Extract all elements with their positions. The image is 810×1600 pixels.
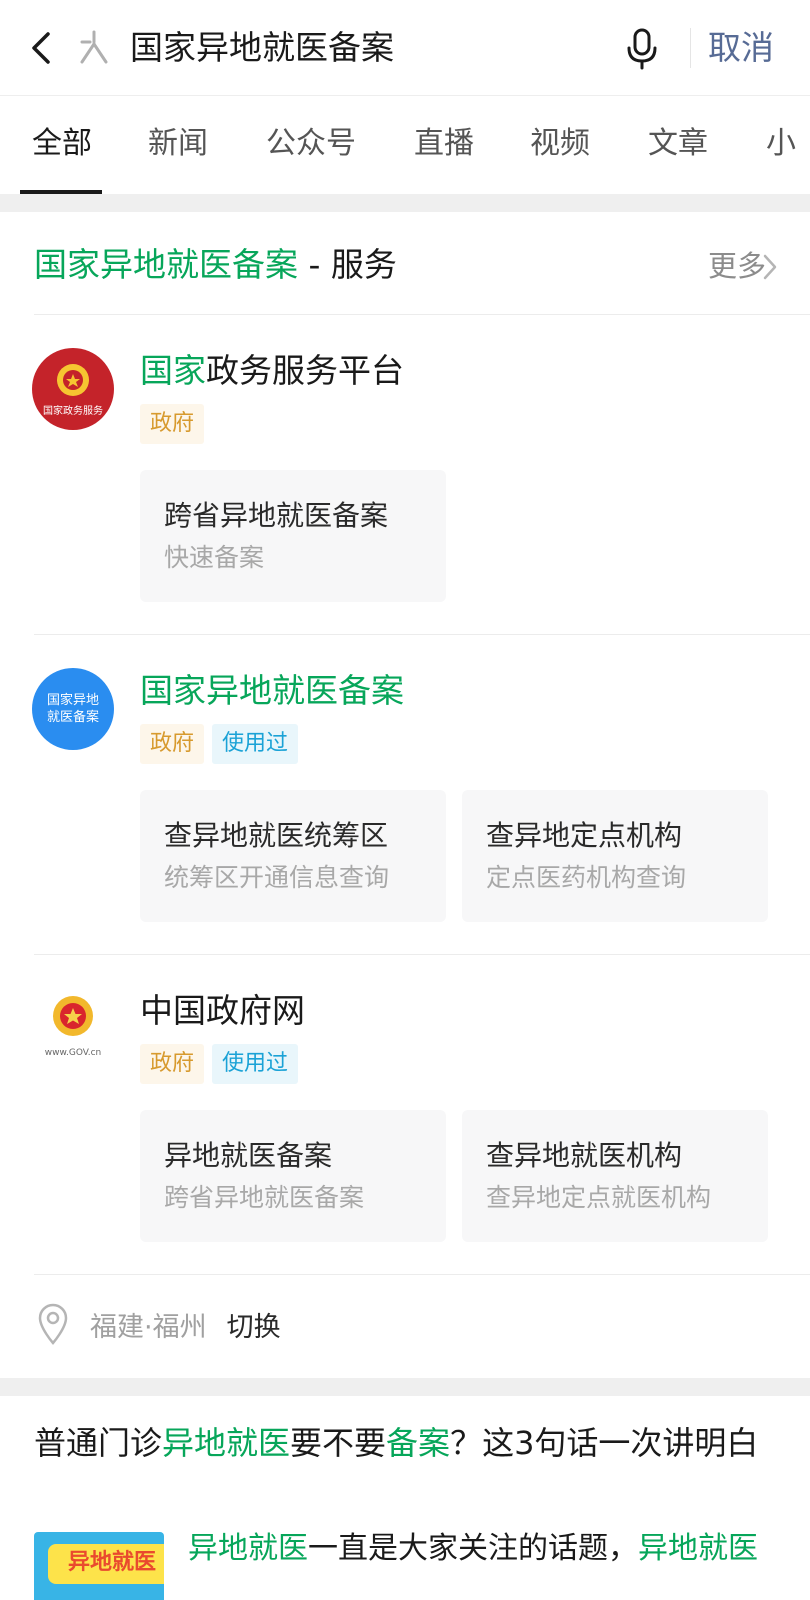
divider [34, 1274, 810, 1275]
tab-official-accounts[interactable]: 公众号 [266, 124, 356, 164]
name-rest: 政务服务平台 [206, 351, 404, 390]
tab-all[interactable]: 全部 [32, 124, 92, 164]
microphone-icon [627, 28, 657, 70]
location-text: 福建·福州 [90, 1311, 207, 1343]
divider [34, 954, 810, 955]
title-part: 普通门诊 [34, 1424, 163, 1462]
card-subtitle: 统筹区开通信息查询 [164, 863, 390, 892]
name-highlight: 国家 [140, 351, 206, 390]
tag-used-before: 使用过 [212, 724, 299, 764]
snippet-highlight: 异地就医 [638, 1531, 758, 1566]
logo-caption: www.GOV.cn [44, 1048, 102, 1058]
more-services-link[interactable]: 更多 [708, 244, 766, 288]
tab-news[interactable]: 新闻 [148, 124, 208, 164]
result-tabs: 全部 新闻 公众号 直播 视频 文章 小 [0, 96, 810, 194]
title-suffix: - 服务 [298, 245, 397, 284]
card-subtitle: 跨省异地就医备案 [164, 1183, 365, 1212]
divider [34, 634, 810, 635]
card-title: 跨省异地就医备案 [164, 499, 389, 532]
card-title: 异地就医备案 [164, 1139, 333, 1172]
section-gap [0, 1378, 810, 1396]
header-separator [690, 28, 691, 68]
service-section-title: 国家异地就医备案 - 服务 [34, 240, 397, 290]
cancel-button[interactable]: 取消 [708, 24, 774, 72]
voice-input-button[interactable] [622, 24, 662, 72]
title-highlight: 国家异地就医备案 [34, 245, 298, 284]
article-thumbnail[interactable]: 异地就医 [34, 1532, 164, 1600]
search-results-page: 国家异地就医备案 取消 全部 新闻 公众号 直播 视频 文章 小 国家异地就医备… [0, 0, 810, 1600]
article-title[interactable]: 普通门诊异地就医要不要备案？这3句话一次讲明白 [34, 1418, 778, 1468]
gov-service-platform-logo[interactable]: 国家政务服务 [32, 348, 114, 430]
logo-text-line1: 国家异地 [46, 693, 99, 708]
logo-text: 国家异地 就医备案 [47, 692, 99, 726]
card-subtitle: 查异地定点就医机构 [486, 1183, 712, 1212]
tag-government: 政府 [140, 1044, 205, 1084]
card-subtitle: 快速备案 [164, 543, 265, 572]
tab-video[interactable]: 视频 [530, 124, 590, 164]
tag-used-before: 使用过 [212, 1044, 299, 1084]
switch-location-button[interactable]: 切换 [227, 1305, 281, 1344]
logo-text-line2: 就医备案 [46, 710, 99, 725]
service-card-cross-province-filing[interactable]: 跨省异地就医备案 快速备案 [140, 470, 446, 602]
chevron-left-icon [32, 32, 50, 64]
location-pin-icon [38, 1303, 68, 1345]
back-button[interactable] [22, 24, 62, 72]
service-card-pooling-area[interactable]: 查异地就医统筹区 统筹区开通信息查询 [140, 790, 446, 922]
location-row: 福建·福州 切换 [36, 1296, 281, 1352]
search-input[interactable]: 国家异地就医备案 [130, 24, 394, 72]
service-name-remote-medical-filing[interactable]: 国家异地就医备案 [140, 666, 404, 716]
chevron-right-icon [763, 254, 777, 280]
remote-medical-filing-logo[interactable]: 国家异地 就医备案 [32, 668, 114, 750]
search-bar: 国家异地就医备案 取消 [0, 0, 810, 96]
service-card-designated-institutions[interactable]: 查异地定点机构 定点医药机构查询 [462, 790, 768, 922]
article-snippet: 异地就医一直是大家关注的话题，异地就医 [188, 1526, 758, 1572]
section-gap [0, 194, 810, 212]
service-name-china-gov-net[interactable]: 中国政府网 [140, 986, 305, 1036]
logo-caption: 国家政务服务 [43, 406, 103, 417]
tab-mini-programs[interactable]: 小 [766, 124, 796, 164]
tag-government: 政府 [140, 404, 205, 444]
thumbnail-text: 异地就医 [68, 1550, 157, 1575]
title-part-highlight: 异地就医 [162, 1424, 291, 1462]
snippet-text: 一直是大家关注的话题， [308, 1531, 638, 1566]
card-title: 查异地就医机构 [486, 1139, 683, 1172]
card-title: 查异地就医统筹区 [164, 819, 389, 852]
service-card-remote-institutions[interactable]: 查异地就医机构 查异地定点就医机构 [462, 1110, 768, 1242]
tab-live[interactable]: 直播 [414, 124, 474, 164]
card-title: 查异地定点机构 [486, 819, 683, 852]
national-emblem-icon [57, 364, 89, 396]
title-part: 要不要 [290, 1424, 387, 1462]
service-card-remote-filing[interactable]: 异地就医备案 跨省异地就医备案 [140, 1110, 446, 1242]
china-gov-net-logo[interactable]: www.GOV.cn [32, 988, 114, 1070]
divider [34, 314, 810, 315]
snippet-highlight: 异地就医 [188, 1531, 308, 1566]
tab-articles[interactable]: 文章 [648, 124, 708, 164]
tag-government: 政府 [140, 724, 205, 764]
title-part-highlight: 备案 [386, 1424, 451, 1462]
service-name-gov-platform[interactable]: 国家政务服务平台 [140, 346, 404, 396]
title-part: ？这3句话一次讲明白 [450, 1424, 759, 1462]
card-subtitle: 定点医药机构查询 [486, 863, 687, 892]
search-brand-icon [80, 30, 108, 64]
